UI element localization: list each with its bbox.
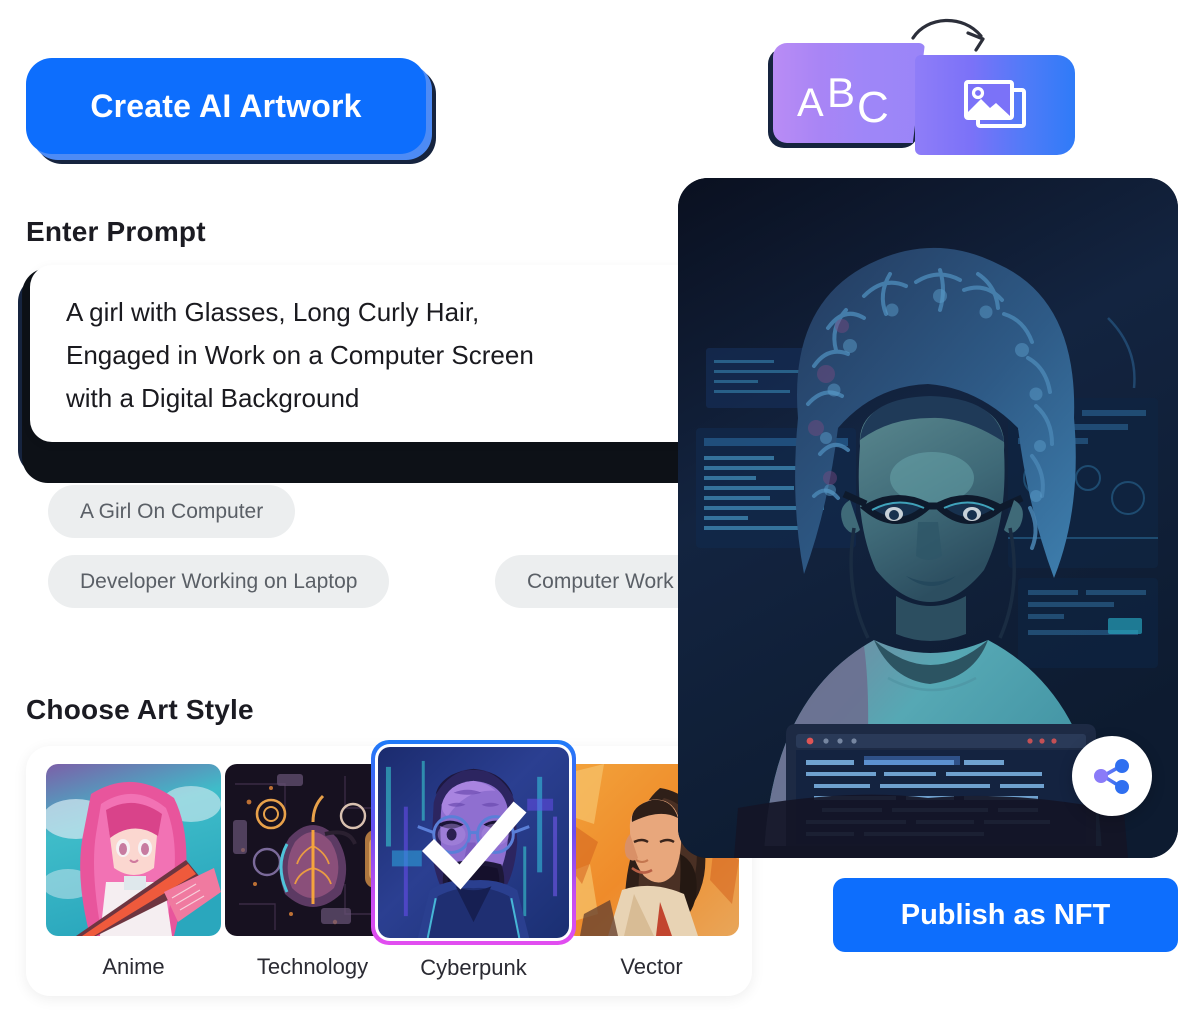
curved-arrow-icon — [911, 18, 985, 52]
image-mode-panel[interactable] — [915, 55, 1075, 155]
prompt-heading: Enter Prompt — [26, 216, 206, 247]
mode-toggle-group: ABC — [765, 18, 1080, 155]
suggestion-chip[interactable]: Computer Work — [495, 555, 706, 608]
abc-text-icon: ABC — [797, 69, 889, 132]
art-style-label-anime: Anime — [102, 954, 165, 979]
art-style-card-anime[interactable] — [46, 764, 221, 936]
suggestion-chip[interactable]: A Girl On Computer — [48, 485, 296, 538]
share-icon — [1094, 759, 1129, 794]
create-artwork-button-group: Create AI Artwork — [26, 58, 436, 164]
image-stack-icon — [964, 80, 1026, 128]
prompt-text-value: A girl with Glasses, Long Curly Hair, En… — [66, 297, 534, 413]
suggestion-chip[interactable]: Developer Working on Laptop — [48, 555, 390, 608]
art-style-label-vector: Vector — [620, 954, 683, 979]
create-ai-artwork-button[interactable]: Create AI Artwork — [26, 58, 426, 154]
text-mode-panel[interactable]: ABC — [773, 43, 925, 143]
anime-thumbnail — [46, 764, 221, 936]
prompt-input-card[interactable]: A girl with Glasses, Long Curly Hair, En… — [30, 265, 754, 442]
ai-artwork-generator-page: Create AI Artwork ABC Enter Prompt A gir… — [0, 0, 1200, 1029]
publish-as-nft-button[interactable]: Publish as NFT — [833, 878, 1178, 952]
share-artwork-button[interactable] — [1072, 736, 1152, 816]
checkmark-icon — [421, 800, 526, 890]
cyberpunk-thumbnail — [378, 747, 569, 938]
art-style-card-cyberpunk[interactable] — [371, 740, 576, 945]
art-style-heading: Choose Art Style — [26, 694, 254, 725]
art-style-label-cyberpunk: Cyberpunk — [420, 955, 527, 980]
cyberpunk-selected-inner — [375, 744, 572, 941]
